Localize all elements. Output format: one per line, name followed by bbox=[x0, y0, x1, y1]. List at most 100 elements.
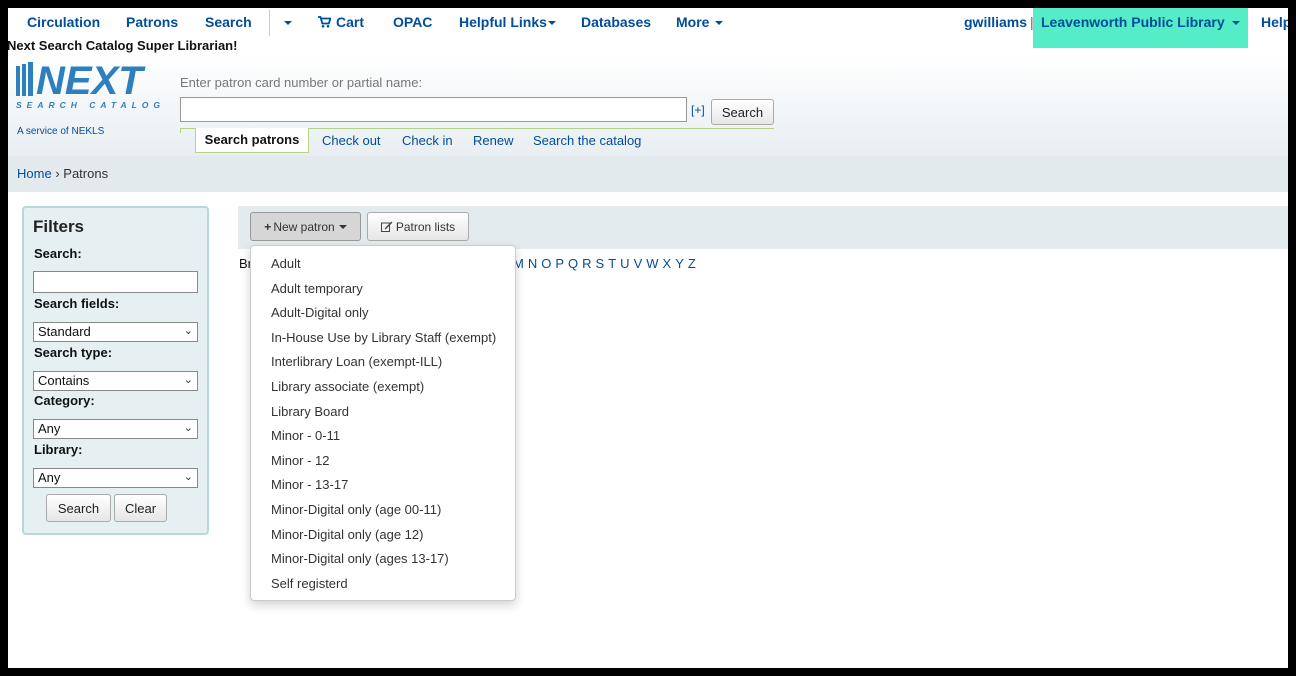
nav-databases[interactable]: Databases bbox=[581, 14, 651, 30]
menu-item-minor-0-11[interactable]: Minor - 0-11 bbox=[251, 424, 515, 449]
menu-item-minor-digital-12[interactable]: Minor-Digital only (age 12) bbox=[251, 523, 515, 548]
filter-type-value: Contains bbox=[38, 373, 90, 388]
caret-down-icon bbox=[284, 21, 292, 26]
tab-check-in[interactable]: Check in bbox=[402, 133, 453, 148]
filter-library-select[interactable]: Any ⌄ bbox=[33, 468, 198, 488]
library-branch-label: Leavenworth Public Library bbox=[1041, 14, 1225, 30]
filter-fields-value: Standard bbox=[38, 324, 91, 339]
library-branch-dropdown[interactable]: Leavenworth Public Library bbox=[1033, 8, 1248, 48]
menu-item-adult[interactable]: Adult bbox=[251, 252, 515, 277]
letter-link[interactable]: P bbox=[555, 256, 564, 271]
chevron-down-icon: ⌄ bbox=[183, 325, 193, 337]
menu-item-minor-12[interactable]: Minor - 12 bbox=[251, 449, 515, 474]
patron-search-input[interactable] bbox=[180, 97, 687, 122]
menu-item-library-board[interactable]: Library Board bbox=[251, 400, 515, 425]
letter-link[interactable]: R bbox=[582, 256, 591, 271]
menu-item-adult-temporary[interactable]: Adult temporary bbox=[251, 277, 515, 302]
patron-search-advanced-link[interactable]: [+] bbox=[691, 103, 705, 117]
nav-more-label: More bbox=[676, 14, 710, 30]
caret-down-icon bbox=[547, 21, 556, 26]
menu-item-library-associate[interactable]: Library associate (exempt) bbox=[251, 375, 515, 400]
menu-item-in-house-staff[interactable]: In-House Use by Library Staff (exempt) bbox=[251, 326, 515, 351]
nav-user[interactable]: gwilliams bbox=[964, 14, 1027, 30]
tab-check-out[interactable]: Check out bbox=[322, 133, 381, 148]
tab-renew[interactable]: Renew bbox=[473, 133, 513, 148]
menu-item-self-registered[interactable]: Self registerd bbox=[251, 572, 515, 597]
next-logo-graphic: NEXT SEARCH CATALOG bbox=[16, 59, 165, 110]
new-patron-menu: Adult Adult temporary Adult-Digital only… bbox=[250, 245, 516, 601]
patron-search-label: Enter patron card number or partial name… bbox=[180, 75, 423, 90]
menu-item-minor-13-17[interactable]: Minor - 13-17 bbox=[251, 473, 515, 498]
nav-helpful-links-label: Helpful Links bbox=[459, 14, 547, 30]
nav-cart[interactable]: Cart bbox=[318, 14, 364, 30]
user-greeting: Next Search Catalog Super Librarian! bbox=[8, 38, 238, 53]
caret-down-icon bbox=[338, 225, 347, 230]
tab-search-patrons[interactable]: Search patrons bbox=[195, 128, 309, 153]
filters-panel: Filters Search: Search fields: Standard ⌄… bbox=[22, 206, 209, 535]
nav-circulation[interactable]: Circulation bbox=[27, 14, 100, 30]
filter-library-label: Library: bbox=[34, 442, 83, 457]
nav-opac[interactable]: OPAC bbox=[393, 14, 432, 30]
chevron-down-icon: ⌄ bbox=[183, 422, 193, 434]
menu-item-adult-digital[interactable]: Adult-Digital only bbox=[251, 301, 515, 326]
plus-icon: + bbox=[264, 219, 272, 234]
filters-title: Filters bbox=[33, 217, 85, 236]
filter-search-label: Search: bbox=[34, 246, 82, 261]
patron-search-button[interactable]: Search bbox=[711, 99, 774, 125]
letter-link[interactable]: Z bbox=[688, 256, 696, 271]
filter-search-button[interactable]: Search bbox=[46, 494, 111, 522]
letter-link[interactable]: T bbox=[608, 256, 616, 271]
nav-patrons[interactable]: Patrons bbox=[126, 14, 178, 30]
cart-icon bbox=[318, 16, 332, 28]
patron-toolbar: + New patron Patron lists bbox=[238, 206, 1288, 249]
nav-help[interactable]: Help bbox=[1261, 14, 1288, 30]
menu-item-minor-digital-13-17[interactable]: Minor-Digital only (ages 13-17) bbox=[251, 547, 515, 572]
filter-type-label: Search type: bbox=[34, 345, 113, 360]
tabs-divider-edge bbox=[180, 128, 181, 133]
filter-category-select[interactable]: Any ⌄ bbox=[33, 419, 198, 439]
header-area: NEXT SEARCH CATALOG A service of NEKLS E… bbox=[8, 54, 1288, 156]
filter-library-value: Any bbox=[38, 470, 61, 485]
browse-letters: MNOPQRSTUVWXYZ bbox=[513, 256, 700, 271]
letter-link[interactable]: V bbox=[634, 256, 643, 271]
new-patron-button[interactable]: + New patron bbox=[250, 212, 361, 241]
menu-item-minor-digital-0-11[interactable]: Minor-Digital only (age 00-11) bbox=[251, 498, 515, 523]
top-nav: Circulation Patrons Search Cart OPAC Hel… bbox=[8, 8, 1288, 53]
letter-link[interactable]: Y bbox=[675, 256, 684, 271]
nav-search[interactable]: Search bbox=[205, 14, 252, 30]
filter-category-value: Any bbox=[38, 421, 61, 436]
filter-type-select[interactable]: Contains ⌄ bbox=[33, 371, 198, 391]
breadcrumb: Home › Patrons bbox=[8, 156, 1288, 192]
breadcrumb-current: Patrons bbox=[63, 166, 109, 181]
letter-link[interactable]: S bbox=[596, 256, 605, 271]
chevron-down-icon: ⌄ bbox=[183, 374, 193, 386]
chevron-down-icon: ⌄ bbox=[183, 471, 193, 483]
patron-lists-label: Patron lists bbox=[395, 219, 456, 234]
menu-item-interlibrary-loan[interactable]: Interlibrary Loan (exempt-ILL) bbox=[251, 350, 515, 375]
letter-link[interactable]: Q bbox=[568, 256, 578, 271]
nav-helpful-links[interactable]: Helpful Links bbox=[459, 14, 556, 30]
breadcrumb-home[interactable]: Home bbox=[17, 166, 52, 181]
edit-icon bbox=[380, 221, 393, 232]
nav-cart-label: Cart bbox=[336, 14, 365, 30]
letter-link[interactable]: W bbox=[646, 256, 658, 271]
patron-lists-button[interactable]: Patron lists bbox=[367, 212, 469, 241]
nav-more[interactable]: More bbox=[676, 14, 724, 30]
caret-down-icon bbox=[1231, 21, 1240, 26]
letter-link[interactable]: X bbox=[663, 256, 672, 271]
letter-link[interactable]: U bbox=[620, 256, 629, 271]
page: Circulation Patrons Search Cart OPAC Hel… bbox=[8, 8, 1288, 668]
filter-search-input[interactable] bbox=[33, 271, 198, 293]
letter-link[interactable]: N bbox=[528, 256, 537, 271]
nav-search-dropdown[interactable] bbox=[280, 14, 292, 30]
filter-category-label: Category: bbox=[34, 393, 95, 408]
filter-fields-label: Search fields: bbox=[34, 296, 120, 311]
tab-search-catalog[interactable]: Search the catalog bbox=[533, 133, 641, 148]
filter-fields-select[interactable]: Standard ⌄ bbox=[33, 322, 198, 342]
next-logo[interactable]: NEXT SEARCH CATALOG bbox=[16, 59, 168, 115]
new-patron-label: New patron bbox=[273, 219, 335, 234]
filter-clear-button[interactable]: Clear bbox=[114, 494, 167, 522]
caret-down-icon bbox=[715, 21, 724, 26]
letter-link[interactable]: O bbox=[541, 256, 551, 271]
logo-subtitle: SEARCH CATALOG bbox=[16, 100, 165, 110]
